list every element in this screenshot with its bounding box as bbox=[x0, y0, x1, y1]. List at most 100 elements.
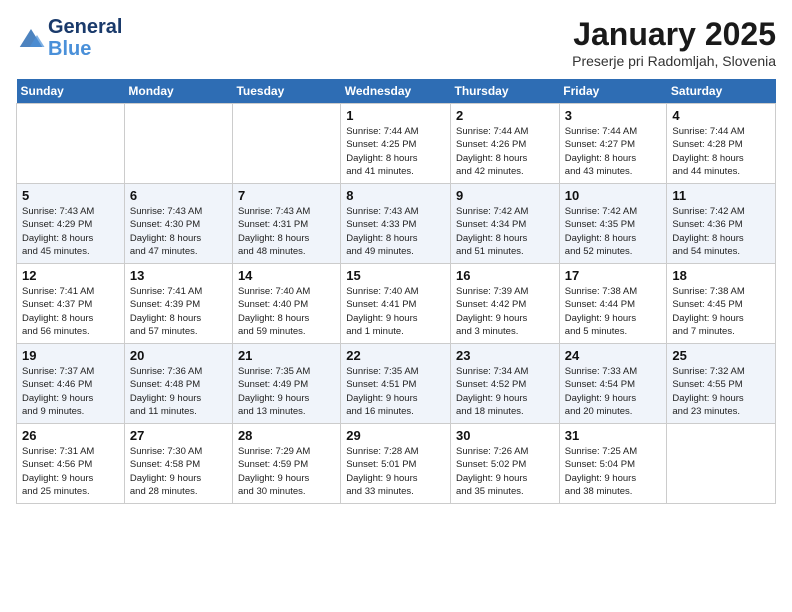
day-number: 8 bbox=[346, 188, 445, 203]
day-info: Sunrise: 7:43 AM Sunset: 4:30 PM Dayligh… bbox=[130, 205, 227, 258]
day-info: Sunrise: 7:44 AM Sunset: 4:27 PM Dayligh… bbox=[565, 125, 662, 178]
calendar-cell: 2Sunrise: 7:44 AM Sunset: 4:26 PM Daylig… bbox=[451, 104, 560, 184]
weekday-header: Tuesday bbox=[232, 79, 340, 104]
weekday-header: Wednesday bbox=[341, 79, 451, 104]
calendar-cell: 11Sunrise: 7:42 AM Sunset: 4:36 PM Dayli… bbox=[667, 184, 776, 264]
day-number: 6 bbox=[130, 188, 227, 203]
calendar-cell: 5Sunrise: 7:43 AM Sunset: 4:29 PM Daylig… bbox=[17, 184, 125, 264]
logo: General Blue bbox=[16, 16, 122, 60]
calendar-cell: 1 Sunrise: 7:44 AM Sunset: 4:25 PM Daylig… bbox=[341, 104, 451, 184]
calendar-cell bbox=[124, 104, 232, 184]
day-number: 27 bbox=[130, 428, 227, 443]
calendar-cell: 17Sunrise: 7:38 AM Sunset: 4:44 PM Dayli… bbox=[559, 264, 667, 344]
day-number: 2 bbox=[456, 108, 554, 123]
day-info: Sunrise: 7:26 AM Sunset: 5:02 PM Dayligh… bbox=[456, 445, 554, 498]
calendar-cell: 24 Sunrise: 7:33 AM Sunset: 4:54 PM Dayli… bbox=[559, 344, 667, 424]
calendar-cell: 3 Sunrise: 7:44 AM Sunset: 4:27 PM Daylig… bbox=[559, 104, 667, 184]
day-info: Sunrise: 7:39 AM Sunset: 4:42 PM Dayligh… bbox=[456, 285, 554, 338]
day-info: Sunrise: 7:44 AM Sunset: 4:25 PM Dayligh… bbox=[346, 125, 445, 178]
day-info: Sunrise: 7:38 AM Sunset: 4:45 PM Dayligh… bbox=[672, 285, 770, 338]
logo-icon bbox=[16, 23, 46, 53]
logo-text: General Blue bbox=[48, 16, 122, 60]
calendar-cell: 22 Sunrise: 7:35 AM Sunset: 4:51 PM Dayli… bbox=[341, 344, 451, 424]
calendar-cell: 28 Sunrise: 7:29 AM Sunset: 4:59 PM Dayli… bbox=[232, 424, 340, 504]
day-number: 10 bbox=[565, 188, 662, 203]
calendar-cell: 9Sunrise: 7:42 AM Sunset: 4:34 PM Daylig… bbox=[451, 184, 560, 264]
day-number: 12 bbox=[22, 268, 119, 283]
month-title: January 2025 bbox=[572, 16, 776, 53]
day-number: 26 bbox=[22, 428, 119, 443]
calendar-cell bbox=[17, 104, 125, 184]
day-number: 3 bbox=[565, 108, 662, 123]
day-info: Sunrise: 7:35 AM Sunset: 4:51 PM Dayligh… bbox=[346, 365, 445, 418]
day-number: 19 bbox=[22, 348, 119, 363]
calendar-week-row: 19 Sunrise: 7:37 AM Sunset: 4:46 PM Dayli… bbox=[17, 344, 776, 424]
calendar-cell: 18 Sunrise: 7:38 AM Sunset: 4:45 PM Dayli… bbox=[667, 264, 776, 344]
day-info: Sunrise: 7:37 AM Sunset: 4:46 PM Dayligh… bbox=[22, 365, 119, 418]
calendar-cell: 10 Sunrise: 7:42 AM Sunset: 4:35 PM Dayli… bbox=[559, 184, 667, 264]
calendar-cell: 20Sunrise: 7:36 AM Sunset: 4:48 PM Dayli… bbox=[124, 344, 232, 424]
day-info: Sunrise: 7:31 AM Sunset: 4:56 PM Dayligh… bbox=[22, 445, 119, 498]
day-info: Sunrise: 7:42 AM Sunset: 4:35 PM Dayligh… bbox=[565, 205, 662, 258]
day-number: 9 bbox=[456, 188, 554, 203]
weekday-header: Monday bbox=[124, 79, 232, 104]
calendar-cell: 6 Sunrise: 7:43 AM Sunset: 4:30 PM Daylig… bbox=[124, 184, 232, 264]
calendar-cell: 29Sunrise: 7:28 AM Sunset: 5:01 PM Dayli… bbox=[341, 424, 451, 504]
weekday-header: Saturday bbox=[667, 79, 776, 104]
weekday-header: Sunday bbox=[17, 79, 125, 104]
day-info: Sunrise: 7:34 AM Sunset: 4:52 PM Dayligh… bbox=[456, 365, 554, 418]
calendar-cell: 27 Sunrise: 7:30 AM Sunset: 4:58 PM Dayli… bbox=[124, 424, 232, 504]
calendar-cell: 26 Sunrise: 7:31 AM Sunset: 4:56 PM Dayli… bbox=[17, 424, 125, 504]
day-info: Sunrise: 7:25 AM Sunset: 5:04 PM Dayligh… bbox=[565, 445, 662, 498]
day-number: 16 bbox=[456, 268, 554, 283]
day-info: Sunrise: 7:38 AM Sunset: 4:44 PM Dayligh… bbox=[565, 285, 662, 338]
day-number: 5 bbox=[22, 188, 119, 203]
calendar-cell: 15Sunrise: 7:40 AM Sunset: 4:41 PM Dayli… bbox=[341, 264, 451, 344]
day-info: Sunrise: 7:41 AM Sunset: 4:39 PM Dayligh… bbox=[130, 285, 227, 338]
day-number: 11 bbox=[672, 188, 770, 203]
day-info: Sunrise: 7:29 AM Sunset: 4:59 PM Dayligh… bbox=[238, 445, 335, 498]
calendar-cell bbox=[667, 424, 776, 504]
calendar-cell: 16 Sunrise: 7:39 AM Sunset: 4:42 PM Dayli… bbox=[451, 264, 560, 344]
day-info: Sunrise: 7:43 AM Sunset: 4:33 PM Dayligh… bbox=[346, 205, 445, 258]
calendar-cell: 8 Sunrise: 7:43 AM Sunset: 4:33 PM Daylig… bbox=[341, 184, 451, 264]
day-number: 7 bbox=[238, 188, 335, 203]
day-number: 4 bbox=[672, 108, 770, 123]
day-number: 25 bbox=[672, 348, 770, 363]
calendar-cell: 23Sunrise: 7:34 AM Sunset: 4:52 PM Dayli… bbox=[451, 344, 560, 424]
day-number: 14 bbox=[238, 268, 335, 283]
day-number: 1 bbox=[346, 108, 445, 123]
day-number: 15 bbox=[346, 268, 445, 283]
day-number: 20 bbox=[130, 348, 227, 363]
day-info: Sunrise: 7:44 AM Sunset: 4:28 PM Dayligh… bbox=[672, 125, 770, 178]
calendar-cell: 13 Sunrise: 7:41 AM Sunset: 4:39 PM Dayli… bbox=[124, 264, 232, 344]
day-number: 28 bbox=[238, 428, 335, 443]
day-number: 24 bbox=[565, 348, 662, 363]
calendar-cell: 30 Sunrise: 7:26 AM Sunset: 5:02 PM Dayli… bbox=[451, 424, 560, 504]
day-number: 30 bbox=[456, 428, 554, 443]
location: Preserje pri Radomljah, Slovenia bbox=[572, 53, 776, 69]
calendar-week-row: 12 Sunrise: 7:41 AM Sunset: 4:37 PM Dayli… bbox=[17, 264, 776, 344]
day-info: Sunrise: 7:41 AM Sunset: 4:37 PM Dayligh… bbox=[22, 285, 119, 338]
day-info: Sunrise: 7:40 AM Sunset: 4:40 PM Dayligh… bbox=[238, 285, 335, 338]
weekday-header-row: SundayMondayTuesdayWednesdayThursdayFrid… bbox=[17, 79, 776, 104]
calendar-cell: 19 Sunrise: 7:37 AM Sunset: 4:46 PM Dayli… bbox=[17, 344, 125, 424]
calendar-cell: 25Sunrise: 7:32 AM Sunset: 4:55 PM Dayli… bbox=[667, 344, 776, 424]
day-info: Sunrise: 7:30 AM Sunset: 4:58 PM Dayligh… bbox=[130, 445, 227, 498]
calendar-cell: 21 Sunrise: 7:35 AM Sunset: 4:49 PM Dayli… bbox=[232, 344, 340, 424]
calendar-table: SundayMondayTuesdayWednesdayThursdayFrid… bbox=[16, 79, 776, 504]
calendar-week-row: 1 Sunrise: 7:44 AM Sunset: 4:25 PM Daylig… bbox=[17, 104, 776, 184]
day-number: 13 bbox=[130, 268, 227, 283]
calendar-week-row: 26 Sunrise: 7:31 AM Sunset: 4:56 PM Dayli… bbox=[17, 424, 776, 504]
day-number: 18 bbox=[672, 268, 770, 283]
day-number: 22 bbox=[346, 348, 445, 363]
day-number: 29 bbox=[346, 428, 445, 443]
calendar-cell: 12 Sunrise: 7:41 AM Sunset: 4:37 PM Dayli… bbox=[17, 264, 125, 344]
calendar-cell: 31Sunrise: 7:25 AM Sunset: 5:04 PM Dayli… bbox=[559, 424, 667, 504]
calendar-cell bbox=[232, 104, 340, 184]
calendar-cell: 7 Sunrise: 7:43 AM Sunset: 4:31 PM Daylig… bbox=[232, 184, 340, 264]
day-number: 21 bbox=[238, 348, 335, 363]
day-info: Sunrise: 7:43 AM Sunset: 4:31 PM Dayligh… bbox=[238, 205, 335, 258]
day-info: Sunrise: 7:35 AM Sunset: 4:49 PM Dayligh… bbox=[238, 365, 335, 418]
day-info: Sunrise: 7:33 AM Sunset: 4:54 PM Dayligh… bbox=[565, 365, 662, 418]
